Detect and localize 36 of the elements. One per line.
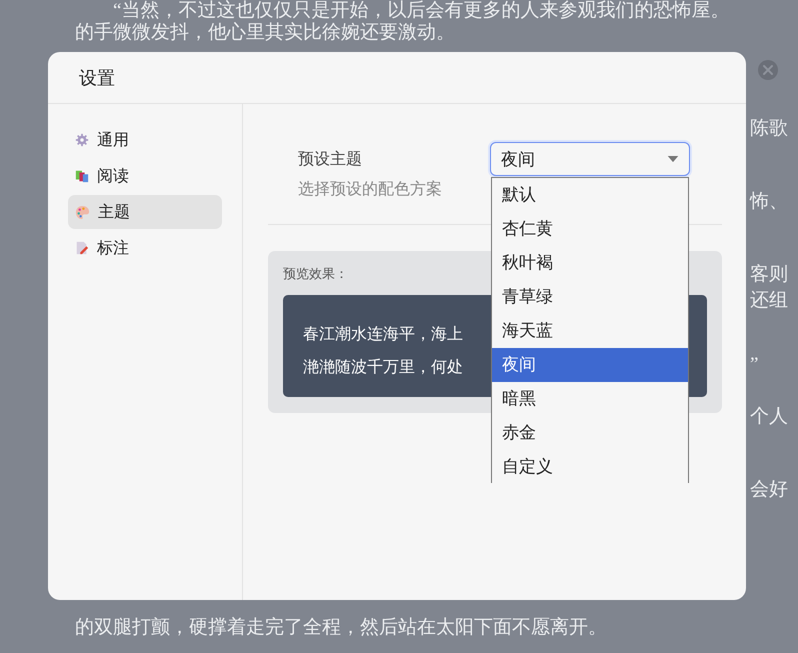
novel-text-fragment: 客则 — [750, 263, 789, 287]
sidebar-item[interactable]: 通用 — [68, 123, 222, 157]
gear-icon — [75, 133, 89, 147]
novel-text-line: 的手微微发抖，他心里其实比徐婉还要激动。 — [74, 22, 456, 44]
preview-text-line: 滟滟随波千万里，何处 — [303, 356, 463, 378]
close-icon[interactable] — [757, 59, 779, 81]
setting-description: 选择预设的配色方案 — [298, 178, 443, 200]
dropdown-option[interactable]: 暗黑 — [492, 382, 688, 416]
books-icon — [75, 169, 89, 183]
dropdown-option[interactable]: 青草绿 — [492, 280, 688, 314]
palette-icon — [75, 204, 90, 220]
sidebar-item[interactable]: 阅读 — [68, 159, 222, 193]
preview-label: 预览效果： — [283, 266, 348, 284]
dropdown-option[interactable]: 杏仁黄 — [492, 212, 688, 246]
sidebar-item[interactable]: 标注 — [68, 231, 222, 265]
novel-text-line: “当然，不过这也仅仅只是开始，以后会有更多的人来参观我们的恐怖屋。 — [112, 0, 730, 22]
dropdown-option[interactable]: 夜间 — [492, 348, 688, 382]
novel-text-fragment: 会好 — [750, 478, 789, 502]
caret-icon — [667, 156, 679, 162]
novel-text-fragment: 个人 — [750, 405, 789, 429]
novel-text-fragment: ” — [750, 353, 760, 377]
dialog-title: 设置 — [79, 66, 115, 90]
note-icon — [75, 241, 89, 255]
novel-text-fragment: 陈歌 — [750, 117, 789, 141]
dropdown-option[interactable]: 赤金 — [492, 416, 688, 450]
setting-label: 预设主题 — [298, 148, 363, 170]
sidebar-item[interactable]: 主题 — [68, 195, 222, 229]
theme-select[interactable]: 夜间 — [490, 142, 690, 176]
novel-text-line: 的双腿打颤，硬撑着走完了全程，然后站在太阳下面不愿离开。 — [74, 616, 607, 640]
dropdown-option[interactable]: 默认 — [492, 178, 688, 212]
preview-text-line: 春江潮水连海平，海上 — [303, 323, 463, 345]
novel-text-fragment: 怖、 — [750, 190, 789, 214]
dropdown-option[interactable]: 海天蓝 — [492, 314, 688, 348]
dropdown-option[interactable]: 自定义 — [492, 450, 688, 483]
dropdown-option[interactable]: 秋叶褐 — [492, 246, 688, 280]
novel-text-fragment: 还组 — [750, 289, 789, 313]
